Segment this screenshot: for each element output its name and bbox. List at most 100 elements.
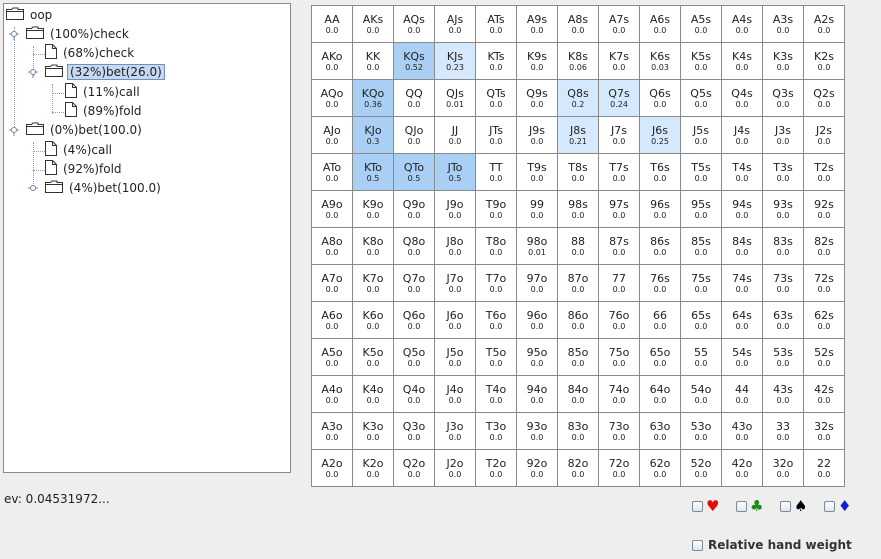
hand-cell[interactable]: 44 0.0 <box>721 375 763 413</box>
hand-cell[interactable]: 63o 0.0 <box>639 412 681 450</box>
diamonds-checkbox[interactable] <box>824 500 835 512</box>
hand-cell[interactable]: T4s 0.0 <box>721 153 763 191</box>
hand-cell[interactable]: 72o 0.0 <box>598 449 640 487</box>
hand-cell[interactable]: 32s 0.0 <box>803 412 845 450</box>
hand-cell[interactable]: J7s 0.0 <box>598 116 640 154</box>
tree-node-check-check[interactable]: (68%)check <box>45 44 136 62</box>
hand-cell[interactable]: 73s 0.0 <box>762 264 804 302</box>
hand-cell[interactable]: Q8s 0.2 <box>557 79 599 117</box>
tree-node-call[interactable]: (11%)call <box>65 83 142 101</box>
hand-cell[interactable]: 93s 0.0 <box>762 190 804 228</box>
hand-cell[interactable]: Q6s 0.0 <box>639 79 681 117</box>
hand-cell[interactable]: A3s 0.0 <box>762 5 804 43</box>
tree-node-fold[interactable]: (89%)fold <box>65 102 144 120</box>
hand-cell[interactable]: 32o 0.0 <box>762 449 804 487</box>
hand-cell[interactable]: K6o 0.0 <box>352 301 394 339</box>
hand-cell[interactable]: 86o 0.0 <box>557 301 599 339</box>
hand-cell[interactable]: 74s 0.0 <box>721 264 763 302</box>
hand-cell[interactable]: KQs 0.52 <box>393 42 435 80</box>
hand-cell[interactable]: K4o 0.0 <box>352 375 394 413</box>
hand-cell[interactable]: A8o 0.0 <box>311 227 353 265</box>
hand-cell[interactable]: K8s 0.06 <box>557 42 599 80</box>
tree-node-root[interactable]: oop <box>6 6 54 24</box>
hand-cell[interactable]: K2o 0.0 <box>352 449 394 487</box>
hand-cell[interactable]: A2s 0.0 <box>803 5 845 43</box>
hand-cell[interactable]: A9s 0.0 <box>516 5 558 43</box>
hand-cell[interactable]: Q2o 0.0 <box>393 449 435 487</box>
hand-cell[interactable]: Q3s 0.0 <box>762 79 804 117</box>
hand-cell[interactable]: Q5s 0.0 <box>680 79 722 117</box>
hand-cell[interactable]: 84o 0.0 <box>557 375 599 413</box>
hand-cell[interactable]: K3o 0.0 <box>352 412 394 450</box>
hand-cell[interactable]: A7o 0.0 <box>311 264 353 302</box>
hand-cell[interactable]: ATs 0.0 <box>475 5 517 43</box>
hand-cell[interactable]: A2o 0.0 <box>311 449 353 487</box>
hand-cell[interactable]: 83s 0.0 <box>762 227 804 265</box>
hand-cell[interactable]: A5s 0.0 <box>680 5 722 43</box>
hand-cell[interactable]: T9o 0.0 <box>475 190 517 228</box>
spades-filter[interactable]: ♠ <box>780 499 807 514</box>
hand-cell[interactable]: J3s 0.0 <box>762 116 804 154</box>
hand-cell[interactable]: T3s 0.0 <box>762 153 804 191</box>
hand-cell[interactable]: 62o 0.0 <box>639 449 681 487</box>
relative-hand-weight-option[interactable]: Relative hand weight <box>692 538 852 552</box>
collapse-toggle-icon[interactable] <box>8 28 20 40</box>
hand-cell[interactable]: A4s 0.0 <box>721 5 763 43</box>
hand-cell[interactable]: JJ 0.0 <box>434 116 476 154</box>
hand-cell[interactable]: 92s 0.0 <box>803 190 845 228</box>
hand-cell[interactable]: J6o 0.0 <box>434 301 476 339</box>
hand-cell[interactable]: 42o 0.0 <box>721 449 763 487</box>
hand-cell[interactable]: QTs 0.0 <box>475 79 517 117</box>
hand-cell[interactable]: 87s 0.0 <box>598 227 640 265</box>
hand-cell[interactable]: JTo 0.5 <box>434 153 476 191</box>
hand-cell[interactable]: J7o 0.0 <box>434 264 476 302</box>
hand-cell[interactable]: T8o 0.0 <box>475 227 517 265</box>
hand-cell[interactable]: 74o 0.0 <box>598 375 640 413</box>
hand-cell[interactable]: T9s 0.0 <box>516 153 558 191</box>
hand-cell[interactable]: T5s 0.0 <box>680 153 722 191</box>
relative-hand-weight-checkbox[interactable] <box>692 539 703 551</box>
hand-cell[interactable]: Q3o 0.0 <box>393 412 435 450</box>
hand-cell[interactable]: A6s 0.0 <box>639 5 681 43</box>
tree-node-bet-raise[interactable]: (4%)bet(100.0) <box>27 179 163 197</box>
hand-cell[interactable]: KQo 0.36 <box>352 79 394 117</box>
hand-cell[interactable]: J8s 0.21 <box>557 116 599 154</box>
hand-cell[interactable]: Q4s 0.0 <box>721 79 763 117</box>
hand-cell[interactable]: 75o 0.0 <box>598 338 640 376</box>
hand-cell[interactable]: T2s 0.0 <box>803 153 845 191</box>
hand-cell[interactable]: 94s 0.0 <box>721 190 763 228</box>
hand-cell[interactable]: QJs 0.01 <box>434 79 476 117</box>
hand-cell[interactable]: 55 0.0 <box>680 338 722 376</box>
hand-cell[interactable]: K7s 0.0 <box>598 42 640 80</box>
hand-cell[interactable]: T7s 0.0 <box>598 153 640 191</box>
hand-cell[interactable]: 82o 0.0 <box>557 449 599 487</box>
hand-cell[interactable]: 53s 0.0 <box>762 338 804 376</box>
hand-cell[interactable]: J2s 0.0 <box>803 116 845 154</box>
hand-cell[interactable]: J5o 0.0 <box>434 338 476 376</box>
hand-cell[interactable]: AKo 0.0 <box>311 42 353 80</box>
hand-cell[interactable]: 87o 0.0 <box>557 264 599 302</box>
hand-cell[interactable]: AQo 0.0 <box>311 79 353 117</box>
hand-cell[interactable]: 98o 0.01 <box>516 227 558 265</box>
hand-cell[interactable]: J3o 0.0 <box>434 412 476 450</box>
hand-cell[interactable]: 95o 0.0 <box>516 338 558 376</box>
hand-cell[interactable]: 76o 0.0 <box>598 301 640 339</box>
hand-cell[interactable]: KTs 0.0 <box>475 42 517 80</box>
hand-cell[interactable]: K3s 0.0 <box>762 42 804 80</box>
hand-cell[interactable]: T8s 0.0 <box>557 153 599 191</box>
hand-cell[interactable]: T6s 0.0 <box>639 153 681 191</box>
hand-cell[interactable]: KK 0.0 <box>352 42 394 80</box>
hand-cell[interactable]: Q5o 0.0 <box>393 338 435 376</box>
hand-cell[interactable]: K9o 0.0 <box>352 190 394 228</box>
hand-cell[interactable]: 73o 0.0 <box>598 412 640 450</box>
hand-cell[interactable]: QJo 0.0 <box>393 116 435 154</box>
strategy-tree[interactable]: oop (100%)check (68%)check (32%)bet(26.0… <box>3 3 291 473</box>
tree-node-check-bet[interactable]: (32%)bet(26.0) <box>27 63 165 81</box>
hand-cell[interactable]: A3o 0.0 <box>311 412 353 450</box>
hand-cell[interactable]: K9s 0.0 <box>516 42 558 80</box>
hand-cell[interactable]: Q2s 0.0 <box>803 79 845 117</box>
hand-cell[interactable]: 84s 0.0 <box>721 227 763 265</box>
hand-cell[interactable]: K4s 0.0 <box>721 42 763 80</box>
hand-cell[interactable]: 82s 0.0 <box>803 227 845 265</box>
hand-cell[interactable]: 86s 0.0 <box>639 227 681 265</box>
